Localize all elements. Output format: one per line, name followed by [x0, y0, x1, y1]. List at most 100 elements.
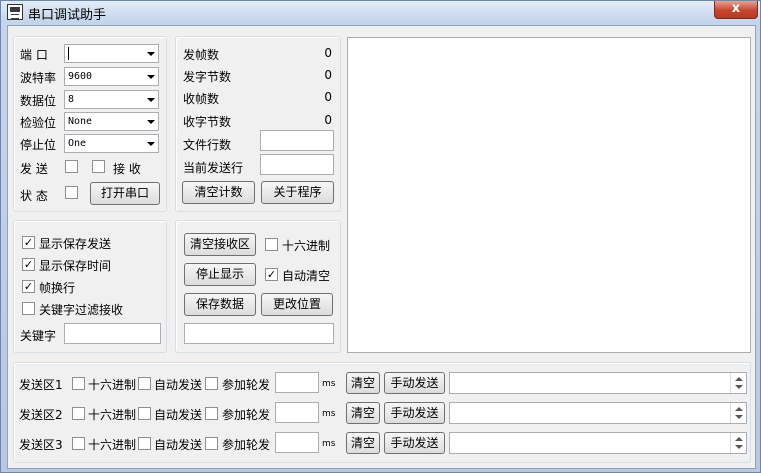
interval-unit: ms — [322, 439, 336, 449]
clear-counts-button[interactable]: 清空计数 — [182, 181, 255, 204]
port-select[interactable] — [64, 44, 159, 63]
receive-controls-group: 清空接收区 十六进制 停止显示 ✓ 自动清空 保存数据 更改位置 — [175, 220, 341, 353]
manual-send-button[interactable]: 手动发送 — [384, 402, 445, 424]
chevron-down-icon — [147, 75, 155, 79]
send-hex-label: 十六进制 — [88, 408, 137, 422]
interval-unit: ms — [322, 409, 336, 419]
show-save-send-label: 显示保存发送 — [39, 237, 112, 251]
frames-recv-label: 收帧数 — [183, 92, 220, 106]
status-indicator — [65, 186, 78, 199]
send-clear-button[interactable]: 清空 — [346, 372, 380, 394]
port-label: 端 口 — [20, 48, 48, 62]
change-location-button[interactable]: 更改位置 — [261, 293, 333, 316]
keyword-filter-checkbox[interactable] — [22, 302, 35, 315]
bytes-sent-label: 发字节数 — [183, 70, 232, 84]
send-hex-checkbox[interactable] — [72, 407, 85, 420]
auto-send-checkbox[interactable] — [138, 437, 151, 450]
send-hex-checkbox[interactable] — [72, 377, 85, 390]
auto-clear-label: 自动清空 — [282, 269, 331, 283]
save-path-field[interactable] — [184, 323, 334, 344]
stopbits-value: One — [68, 138, 87, 149]
databits-value: 8 — [68, 94, 75, 105]
bytes-recv-label: 收字节数 — [183, 115, 232, 129]
parity-select[interactable]: None — [64, 112, 159, 131]
show-save-time-checkbox[interactable]: ✓ — [22, 258, 35, 271]
auto-send-label: 自动发送 — [154, 408, 203, 422]
send-hex-label: 十六进制 — [88, 378, 137, 392]
send-row-label: 发送区1 — [19, 378, 63, 392]
clear-receive-button[interactable]: 清空接收区 — [184, 233, 256, 256]
file-lines-label: 文件行数 — [183, 138, 232, 152]
parity-value: None — [68, 116, 93, 127]
send-hex-checkbox[interactable] — [72, 437, 85, 450]
arrow-down-icon — [735, 415, 743, 419]
manual-send-button[interactable]: 手动发送 — [384, 432, 445, 454]
poll-send-checkbox[interactable] — [205, 407, 218, 420]
status-label: 状 态 — [20, 189, 48, 203]
bytes-recv-value: 0 — [324, 113, 332, 127]
receive-textarea[interactable] — [347, 37, 751, 353]
interval-input[interactable] — [275, 402, 319, 423]
close-button[interactable]: x — [714, 1, 758, 19]
baud-value: 9600 — [68, 71, 93, 82]
show-save-send-checkbox[interactable]: ✓ — [22, 236, 35, 249]
send-clear-button[interactable]: 清空 — [346, 432, 380, 454]
parity-label: 检验位 — [20, 116, 57, 130]
file-lines-field[interactable] — [260, 130, 334, 151]
poll-send-checkbox[interactable] — [205, 377, 218, 390]
poll-send-label: 参加轮发 — [222, 408, 271, 422]
app-window: 串口调试助手 x 端 口 波特率 9600 数据位 8 检验位 None 停止位… — [0, 0, 761, 473]
interval-input[interactable] — [275, 372, 319, 393]
frames-sent-value: 0 — [324, 46, 332, 60]
send-row-2: 发送区2 十六进制 自动发送 参加轮发 ms 清空 手动发送 — [14, 399, 750, 425]
chevron-down-icon — [147, 52, 155, 56]
auto-send-checkbox[interactable] — [138, 407, 151, 420]
display-options-group: ✓ 显示保存发送 ✓ 显示保存时间 ✓ 帧换行 关键字过滤接收 关键字 — [13, 220, 167, 353]
interval-input[interactable] — [275, 432, 319, 453]
spin-buttons[interactable] — [730, 403, 746, 423]
bytes-sent-value: 0 — [324, 68, 332, 82]
send-data-input[interactable] — [449, 402, 747, 424]
spin-buttons[interactable] — [730, 373, 746, 393]
frame-newline-checkbox[interactable]: ✓ — [22, 280, 35, 293]
poll-send-checkbox[interactable] — [205, 437, 218, 450]
keyword-label: 关键字 — [20, 329, 57, 343]
interval-unit: ms — [322, 379, 336, 389]
show-save-time-label: 显示保存时间 — [39, 259, 112, 273]
current-line-field[interactable] — [260, 154, 334, 175]
baud-select[interactable]: 9600 — [64, 67, 159, 86]
send-row-label: 发送区3 — [19, 438, 63, 452]
auto-send-label: 自动发送 — [154, 438, 203, 452]
save-data-button[interactable]: 保存数据 — [184, 293, 256, 316]
auto-clear-checkbox[interactable]: ✓ — [265, 268, 278, 281]
window-title: 串口调试助手 — [28, 8, 107, 23]
recv-indicator — [92, 160, 105, 173]
send-data-input[interactable] — [449, 432, 747, 454]
databits-select[interactable]: 8 — [64, 90, 159, 109]
serial-port-icon — [7, 4, 23, 20]
stopbits-label: 停止位 — [20, 138, 57, 152]
manual-send-button[interactable]: 手动发送 — [384, 372, 445, 394]
title-bar[interactable]: 串口调试助手 x — [1, 1, 760, 23]
send-data-input[interactable] — [449, 372, 747, 394]
auto-send-checkbox[interactable] — [138, 377, 151, 390]
hex-display-checkbox[interactable] — [265, 238, 278, 251]
about-button[interactable]: 关于程序 — [261, 181, 334, 204]
send-row-1: 发送区1 十六进制 自动发送 参加轮发 ms 清空 手动发送 — [14, 369, 750, 395]
arrow-up-icon — [735, 377, 743, 381]
chevron-down-icon — [147, 98, 155, 102]
send-clear-button[interactable]: 清空 — [346, 402, 380, 424]
open-port-button[interactable]: 打开串口 — [90, 182, 160, 205]
send-area-group: 发送区1 十六进制 自动发送 参加轮发 ms 清空 手动发送 发送区2 十六进制 — [13, 362, 751, 463]
recv-indicator-label: 接 收 — [113, 162, 141, 176]
frames-sent-label: 发帧数 — [183, 48, 220, 62]
send-indicator-label: 发 送 — [20, 162, 48, 176]
keyword-input[interactable] — [64, 323, 161, 344]
stop-display-button[interactable]: 停止显示 — [184, 263, 256, 286]
stopbits-select[interactable]: One — [64, 134, 159, 153]
send-row-3: 发送区3 十六进制 自动发送 参加轮发 ms 清空 手动发送 — [14, 429, 750, 455]
poll-send-label: 参加轮发 — [222, 378, 271, 392]
send-row-label: 发送区2 — [19, 408, 63, 422]
arrow-down-icon — [735, 445, 743, 449]
spin-buttons[interactable] — [730, 433, 746, 453]
